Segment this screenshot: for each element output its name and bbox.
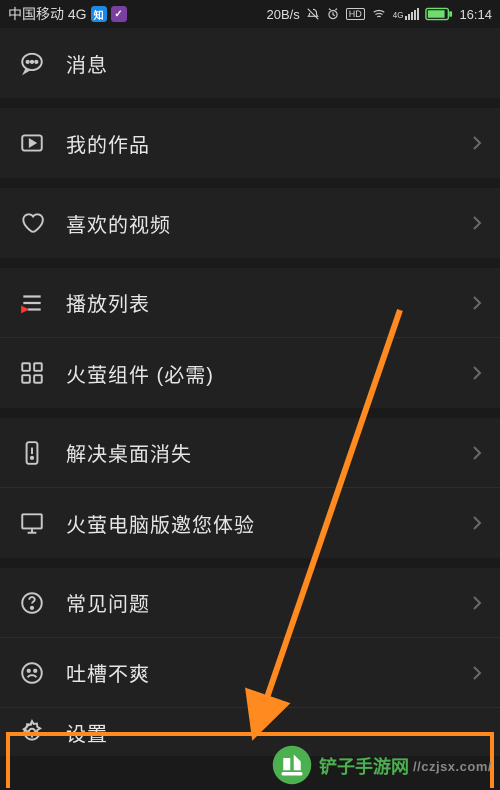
wifi-icon xyxy=(371,7,387,21)
watermark-url: //czjsx.com/ xyxy=(413,759,492,774)
menu-label: 播放列表 xyxy=(66,288,472,317)
menu-label: 我的作品 xyxy=(66,129,472,158)
hd-indicator: HD xyxy=(346,8,365,20)
menu-label: 解决桌面消失 xyxy=(66,438,472,467)
chat-icon xyxy=(18,49,46,77)
alarm-icon xyxy=(326,7,340,21)
status-bar: 中国移动 4G 知 ✓ 20B/s HD 4G 16:14 xyxy=(0,0,500,28)
menu-item-playlist[interactable]: 播放列表 xyxy=(0,268,500,338)
chevron-right-icon xyxy=(472,365,482,381)
badge-app-2: ✓ xyxy=(111,6,127,22)
settings-menu: 消息 我的作品 喜欢的视频 xyxy=(0,28,500,756)
chevron-right-icon xyxy=(472,595,482,611)
clock: 16:14 xyxy=(459,7,492,22)
menu-label: 火萤电脑版邀您体验 xyxy=(66,509,472,538)
sad-face-icon xyxy=(18,659,46,687)
net-speed: 20B/s xyxy=(267,7,300,22)
menu-label: 火萤组件 (必需) xyxy=(66,359,472,388)
menu-item-liked-videos[interactable]: 喜欢的视频 xyxy=(0,188,500,258)
chevron-right-icon xyxy=(472,665,482,681)
watermark-logo-icon xyxy=(271,744,313,786)
question-icon xyxy=(18,589,46,617)
menu-label: 喜欢的视频 xyxy=(66,209,472,238)
heart-icon xyxy=(18,209,46,237)
menu-item-widget[interactable]: 火萤组件 (必需) xyxy=(0,338,500,408)
menu-item-faq[interactable]: 常见问题 xyxy=(0,568,500,638)
menu-label: 消息 xyxy=(66,49,482,78)
playlist-icon xyxy=(18,289,46,317)
menu-item-messages[interactable]: 消息 xyxy=(0,28,500,98)
status-left: 中国移动 4G 知 ✓ xyxy=(8,4,127,24)
menu-label: 吐槽不爽 xyxy=(66,658,472,687)
gear-icon xyxy=(18,718,46,746)
monitor-icon xyxy=(18,509,46,537)
phone-alert-icon xyxy=(18,439,46,467)
menu-item-pc-version[interactable]: 火萤电脑版邀您体验 xyxy=(0,488,500,558)
play-box-icon xyxy=(18,129,46,157)
chevron-right-icon xyxy=(472,515,482,531)
badge-app-1: 知 xyxy=(91,6,107,22)
carrier-label: 中国移动 4G xyxy=(8,4,87,24)
watermark-brand: 铲子手游网 xyxy=(319,753,409,779)
chevron-right-icon xyxy=(472,135,482,151)
battery-icon xyxy=(425,7,453,21)
menu-item-feedback[interactable]: 吐槽不爽 xyxy=(0,638,500,708)
chevron-right-icon xyxy=(472,215,482,231)
widget-grid-icon xyxy=(18,359,46,387)
menu-label: 常见问题 xyxy=(66,588,472,617)
watermark: 铲子手游网 //czjsx.com/ xyxy=(267,742,500,790)
chevron-right-icon xyxy=(472,445,482,461)
signal-4g: 4G xyxy=(393,8,420,20)
alarm-off-icon xyxy=(306,7,320,21)
menu-item-my-works[interactable]: 我的作品 xyxy=(0,108,500,178)
status-right: 20B/s HD 4G 16:14 xyxy=(267,7,492,22)
menu-item-fix-desktop[interactable]: 解决桌面消失 xyxy=(0,418,500,488)
chevron-right-icon xyxy=(472,295,482,311)
